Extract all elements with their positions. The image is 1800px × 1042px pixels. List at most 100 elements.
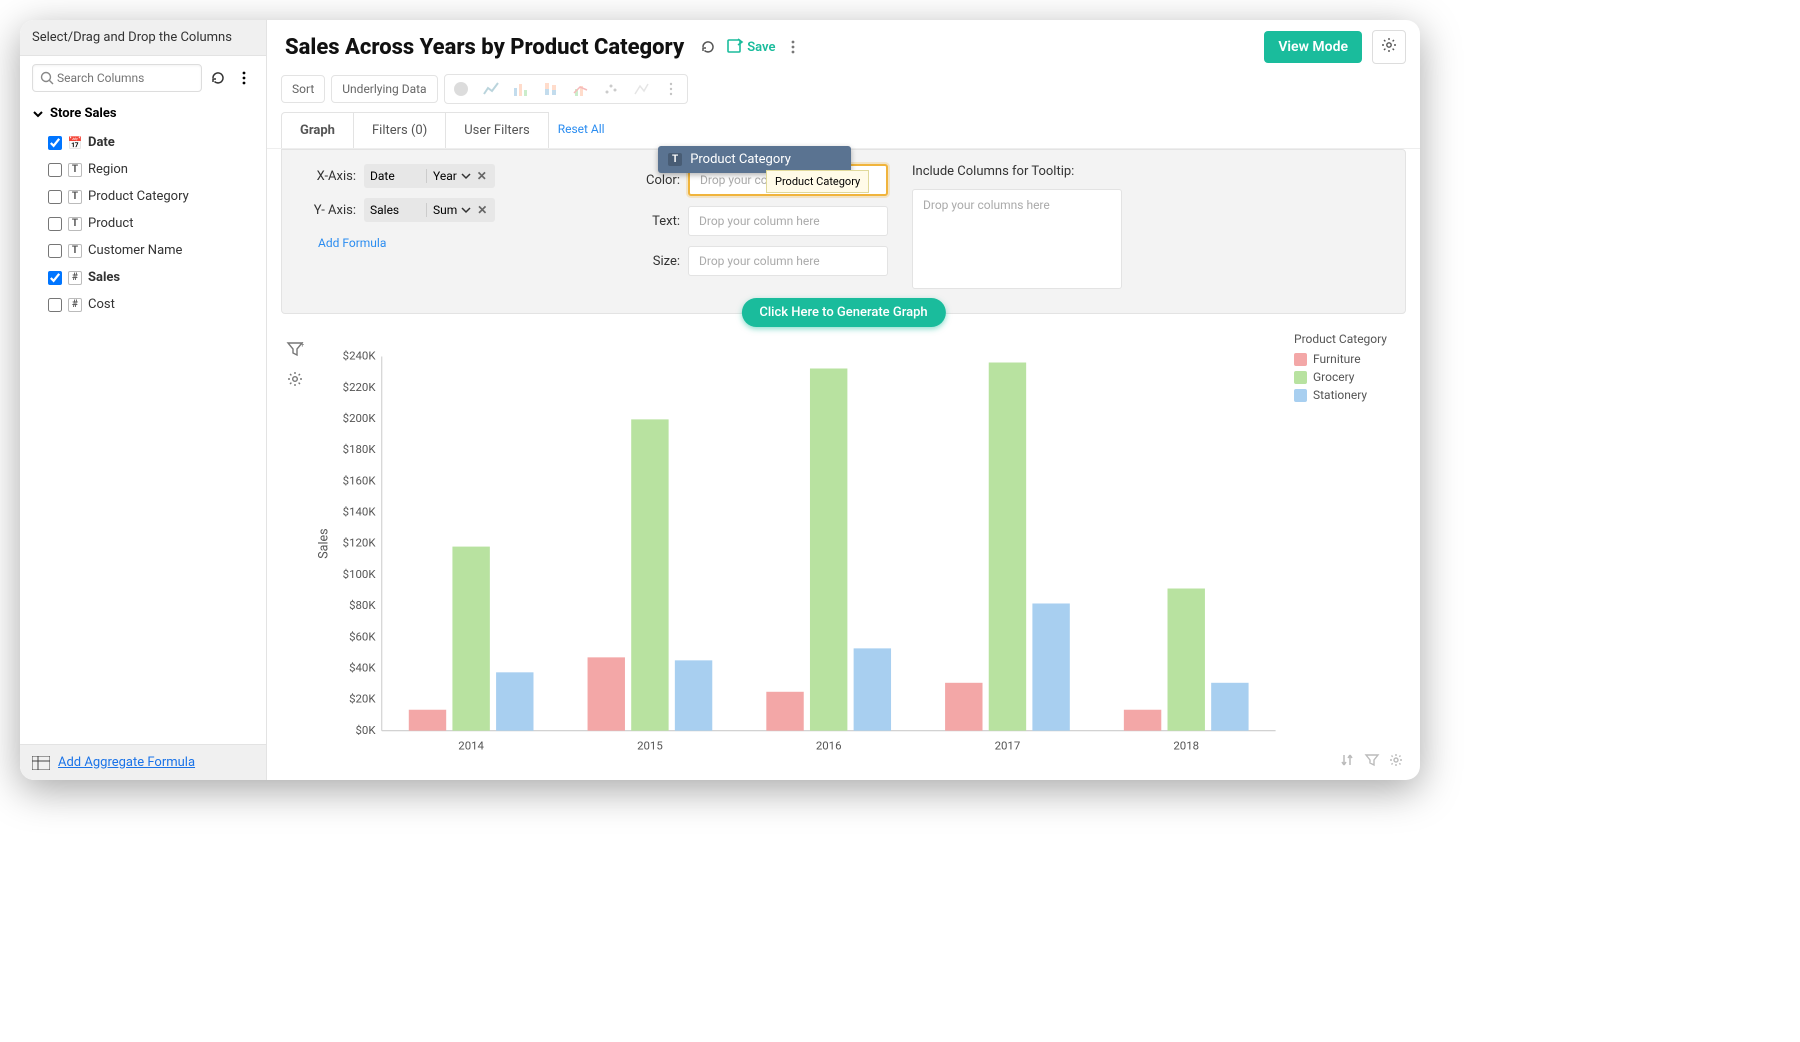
column-checkbox[interactable] <box>48 244 62 258</box>
bar[interactable] <box>1211 683 1248 731</box>
legend-item[interactable]: Furniture <box>1294 352 1406 366</box>
column-list: 📅DateTRegionTProduct CategoryTProductTCu… <box>20 127 266 320</box>
refresh-report-button[interactable] <box>698 37 718 57</box>
svg-text:$220K: $220K <box>343 380 377 394</box>
bar[interactable] <box>810 368 847 730</box>
text-icon: T <box>68 217 82 231</box>
bar[interactable] <box>631 419 668 730</box>
add-aggregate-link[interactable]: Add Aggregate Formula <box>58 755 195 770</box>
underlying-data-button[interactable]: Underlying Data <box>331 75 437 103</box>
chart-type-pie[interactable] <box>447 77 475 101</box>
bar[interactable] <box>945 683 982 731</box>
bar[interactable] <box>496 672 533 730</box>
bar[interactable] <box>452 547 489 731</box>
svg-text:$40K: $40K <box>349 660 376 674</box>
search-row <box>20 56 266 100</box>
refresh-columns-button[interactable] <box>208 68 228 88</box>
x-axis-chip[interactable]: Date Year ✕ <box>364 164 495 188</box>
config-body: T Product Category Product Category X-Ax… <box>281 149 1406 314</box>
refresh-icon <box>700 39 716 55</box>
legend-item[interactable]: Stationery <box>1294 388 1406 402</box>
chart-type-other[interactable] <box>627 77 655 101</box>
bar[interactable] <box>675 660 712 730</box>
chart-type-menu[interactable] <box>657 77 685 101</box>
chart-type-combo[interactable] <box>567 77 595 101</box>
svg-text:2017: 2017 <box>995 738 1021 752</box>
bar[interactable] <box>588 657 625 730</box>
reset-all-link[interactable]: Reset All <box>548 112 615 148</box>
column-menu-button[interactable] <box>234 68 254 88</box>
column-item[interactable]: TRegion <box>42 156 266 183</box>
settings-button[interactable] <box>1372 30 1406 64</box>
text-icon: T <box>68 244 82 258</box>
chart-type-scatter[interactable] <box>597 77 625 101</box>
column-item[interactable]: 📅Date <box>42 129 266 156</box>
column-checkbox[interactable] <box>48 136 62 150</box>
generate-graph-button[interactable]: Click Here to Generate Graph <box>741 298 945 327</box>
legend-label: Stationery <box>1313 388 1367 402</box>
bar[interactable] <box>1168 589 1205 731</box>
legend-item[interactable]: Grocery <box>1294 370 1406 384</box>
column-checkbox[interactable] <box>48 271 62 285</box>
column-checkbox[interactable] <box>48 298 62 312</box>
tab-filters[interactable]: Filters (0) <box>353 112 446 148</box>
number-icon: # <box>68 298 82 312</box>
bar[interactable] <box>1124 710 1161 731</box>
bottom-tools <box>1340 752 1404 772</box>
column-label: Date <box>88 135 115 150</box>
text-dropzone[interactable]: Drop your column here <box>688 206 888 236</box>
dataset-toggle[interactable]: Store Sales <box>20 100 266 127</box>
dragging-column-chip[interactable]: T Product Category <box>658 146 851 173</box>
svg-text:Sales: Sales <box>317 528 332 558</box>
chart-side-tools: + <box>281 332 309 776</box>
column-item[interactable]: #Sales <box>42 264 266 291</box>
column-checkbox[interactable] <box>48 190 62 204</box>
chart-type-line[interactable] <box>477 77 505 101</box>
chart-type-stacked[interactable] <box>537 77 565 101</box>
filter-icon[interactable] <box>1364 752 1380 772</box>
column-label: Region <box>88 162 128 177</box>
remove-y-chip[interactable]: ✕ <box>475 203 489 217</box>
x-axis-label: X-Axis: <box>298 169 356 184</box>
bar[interactable] <box>854 648 891 730</box>
header-menu-button[interactable] <box>783 37 803 57</box>
filter-icon[interactable]: + <box>286 340 304 362</box>
remove-x-chip[interactable]: ✕ <box>475 169 489 183</box>
text-label: Text: <box>622 214 680 229</box>
chart-body: $0K$20K$40K$60K$80K$100K$120K$140K$160K$… <box>309 332 1286 776</box>
sort-icon[interactable] <box>1340 752 1356 772</box>
bar[interactable] <box>766 692 803 731</box>
column-item[interactable]: TProduct <box>42 210 266 237</box>
tooltip-dropzone[interactable]: Drop your columns here <box>912 189 1122 289</box>
kebab-icon <box>785 39 801 55</box>
gear-icon[interactable] <box>286 370 304 392</box>
svg-text:$140K: $140K <box>343 505 377 519</box>
sort-button[interactable]: Sort <box>281 75 325 103</box>
add-formula-link[interactable]: Add Formula <box>318 236 598 250</box>
column-label: Customer Name <box>88 243 182 258</box>
column-checkbox[interactable] <box>48 163 62 177</box>
tab-graph[interactable]: Graph <box>281 112 354 148</box>
bar[interactable] <box>989 363 1026 731</box>
svg-text:$20K: $20K <box>349 692 376 706</box>
svg-text:$120K: $120K <box>343 536 377 550</box>
bar[interactable] <box>409 710 446 731</box>
view-mode-button[interactable]: View Mode <box>1264 31 1362 63</box>
column-item[interactable]: #Cost <box>42 291 266 318</box>
sidebar-footer: Add Aggregate Formula <box>20 744 266 780</box>
y-axis-chip[interactable]: Sales Sum ✕ <box>364 198 495 222</box>
bar[interactable] <box>1032 603 1069 730</box>
search-input[interactable] <box>32 64 202 92</box>
save-button[interactable]: Save <box>726 38 775 56</box>
gear-icon[interactable] <box>1388 752 1404 772</box>
gear-icon <box>1381 37 1397 53</box>
column-checkbox[interactable] <box>48 217 62 231</box>
tab-user-filters[interactable]: User Filters <box>445 112 548 148</box>
svg-text:$200K: $200K <box>343 411 377 425</box>
svg-text:$160K: $160K <box>343 473 377 487</box>
size-dropzone[interactable]: Drop your column here <box>688 246 888 276</box>
chart-type-bar[interactable] <box>507 77 535 101</box>
column-item[interactable]: T Customer Name <box>42 237 266 264</box>
chevron-down-icon <box>32 108 44 120</box>
column-item[interactable]: TProduct Category <box>42 183 266 210</box>
